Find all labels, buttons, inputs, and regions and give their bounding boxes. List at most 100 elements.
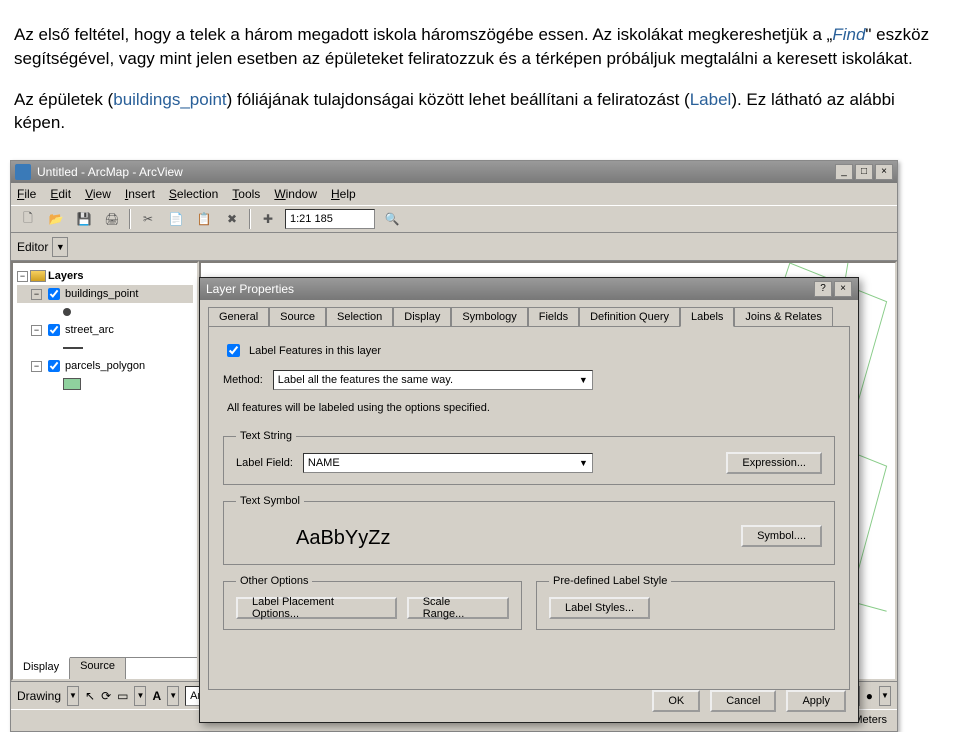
delete-icon[interactable]: ✖	[221, 208, 243, 230]
label-word: Label	[690, 90, 732, 109]
paste-icon[interactable]: 📋	[193, 208, 215, 230]
editor-toolbar: Editor ▼	[11, 233, 897, 261]
zoom-icon[interactable]: 🔍	[381, 208, 403, 230]
text-symbol-legend: Text Symbol	[236, 495, 304, 507]
map-scale-input[interactable]: 1:21 185	[285, 209, 375, 229]
drawing-dropdown[interactable]: ▼	[67, 686, 79, 706]
apply-button[interactable]: Apply	[786, 690, 846, 712]
menu-tools[interactable]: Tools	[232, 187, 260, 201]
print-icon[interactable]: 🖨	[101, 208, 123, 230]
symbol-button[interactable]: Symbol....	[741, 525, 822, 547]
new-icon[interactable]: 🗋	[17, 208, 39, 230]
marker-color-button[interactable]: ●	[866, 689, 873, 703]
scale-range-button[interactable]: Scale Range...	[407, 597, 509, 619]
text-string-legend: Text String	[236, 430, 296, 442]
label-styles-button[interactable]: Label Styles...	[549, 597, 650, 619]
tab-general[interactable]: General	[208, 307, 269, 327]
shape-dropdown[interactable]: ▼	[134, 686, 146, 706]
dialog-title: Layer Properties	[206, 282, 294, 296]
tree-collapse-icon[interactable]: −	[31, 361, 42, 372]
toc-tab-source[interactable]: Source	[70, 658, 126, 679]
tree-collapse-icon[interactable]: −	[17, 271, 28, 282]
tab-labels[interactable]: Labels	[680, 307, 734, 327]
labels-tab-panel: Label Features in this layer Method: Lab…	[208, 326, 850, 690]
document-text: Az első feltétel, hogy a telek a három m…	[0, 0, 960, 160]
open-icon[interactable]: 📂	[45, 208, 67, 230]
ok-button[interactable]: OK	[652, 690, 700, 712]
find-word: Find	[832, 25, 865, 44]
dialog-help-button[interactable]: ?	[814, 281, 832, 297]
text-icon[interactable]: A	[152, 689, 161, 703]
dialog-tabs: General Source Selection Display Symbolo…	[200, 300, 858, 326]
toc-tab-display[interactable]: Display	[13, 657, 70, 679]
add-data-icon[interactable]: ✚	[257, 208, 279, 230]
editor-label: Editor	[17, 240, 48, 254]
dialog-close-button[interactable]: ×	[834, 281, 852, 297]
rectangle-icon[interactable]: ▭	[117, 689, 128, 703]
chevron-down-icon: ▼	[579, 375, 588, 385]
label-features-checkbox[interactable]	[227, 344, 240, 357]
toc-item-buildings-point[interactable]: − buildings_point	[17, 285, 193, 303]
editor-dropdown[interactable]: ▼	[52, 237, 68, 257]
select-icon[interactable]: ↖	[85, 689, 95, 703]
drawing-label: Drawing	[17, 689, 61, 703]
menu-view[interactable]: View	[85, 187, 111, 201]
menubar: File Edit View Insert Selection Tools Wi…	[11, 183, 897, 205]
layer-visibility-checkbox[interactable]	[48, 360, 60, 372]
buildings-point-word: buildings_point	[113, 90, 226, 109]
toc-layers-root[interactable]: − Layers	[17, 267, 193, 285]
line-symbol-icon[interactable]	[63, 347, 83, 349]
tree-collapse-icon[interactable]: −	[31, 325, 42, 336]
tab-definition-query[interactable]: Definition Query	[579, 307, 680, 327]
label-placement-button[interactable]: Label Placement Options...	[236, 597, 397, 619]
table-of-contents: − Layers − buildings_point − street_arc	[11, 261, 199, 681]
tab-symbology[interactable]: Symbology	[451, 307, 527, 327]
tab-source[interactable]: Source	[269, 307, 326, 327]
other-options-fieldset: Other Options Label Placement Options...…	[223, 575, 522, 630]
minimize-button[interactable]: _	[835, 164, 853, 180]
dialog-titlebar[interactable]: Layer Properties ? ×	[200, 278, 858, 300]
cut-icon[interactable]: ✂	[137, 208, 159, 230]
arcmap-icon	[15, 164, 31, 180]
tab-fields[interactable]: Fields	[528, 307, 579, 327]
text-dropdown[interactable]: ▼	[167, 686, 179, 706]
label-field-select[interactable]: NAME▼	[303, 453, 593, 473]
layer-visibility-checkbox[interactable]	[48, 288, 60, 300]
cancel-button[interactable]: Cancel	[710, 690, 776, 712]
close-button[interactable]: ×	[875, 164, 893, 180]
separator	[249, 209, 251, 229]
method-label: Method:	[223, 374, 263, 386]
predefined-label-style-fieldset: Pre-defined Label Style Label Styles...	[536, 575, 835, 630]
point-symbol-icon[interactable]	[63, 308, 71, 316]
polygon-symbol-icon[interactable]	[63, 378, 81, 390]
layer-properties-dialog: Layer Properties ? × General Source Sele…	[199, 277, 859, 723]
menu-file[interactable]: File	[17, 187, 36, 201]
menu-selection[interactable]: Selection	[169, 187, 218, 201]
method-select[interactable]: Label all the features the same way.▼	[273, 370, 593, 390]
menu-window[interactable]: Window	[274, 187, 317, 201]
standard-toolbar: 🗋 📂 💾 🖨 ✂ 📄 📋 ✖ ✚ 1:21 185 🔍	[11, 205, 897, 233]
chevron-down-icon: ▼	[579, 458, 588, 468]
copy-icon[interactable]: 📄	[165, 208, 187, 230]
tab-joins-relates[interactable]: Joins & Relates	[734, 307, 832, 327]
menu-edit[interactable]: Edit	[50, 187, 71, 201]
save-icon[interactable]: 💾	[73, 208, 95, 230]
expression-button[interactable]: Expression...	[726, 452, 822, 474]
menu-insert[interactable]: Insert	[125, 187, 155, 201]
other-options-legend: Other Options	[236, 575, 312, 587]
arcmap-titlebar[interactable]: Untitled - ArcMap - ArcView _ □ ×	[11, 161, 897, 183]
tree-collapse-icon[interactable]: −	[31, 289, 42, 300]
layer-visibility-checkbox[interactable]	[48, 324, 60, 336]
tab-display[interactable]: Display	[393, 307, 451, 327]
marker-color-dropdown[interactable]: ▼	[879, 686, 891, 706]
arcmap-title: Untitled - ArcMap - ArcView	[37, 165, 183, 179]
maximize-button[interactable]: □	[855, 164, 873, 180]
tab-selection[interactable]: Selection	[326, 307, 393, 327]
toc-item-street-arc[interactable]: − street_arc	[17, 321, 193, 339]
method-note: All features will be labeled using the o…	[227, 402, 835, 414]
layers-icon	[30, 270, 46, 282]
label-field-label: Label Field:	[236, 457, 293, 469]
toc-item-parcels-polygon[interactable]: − parcels_polygon	[17, 357, 193, 375]
menu-help[interactable]: Help	[331, 187, 356, 201]
rotate-icon[interactable]: ⟳	[101, 689, 111, 703]
